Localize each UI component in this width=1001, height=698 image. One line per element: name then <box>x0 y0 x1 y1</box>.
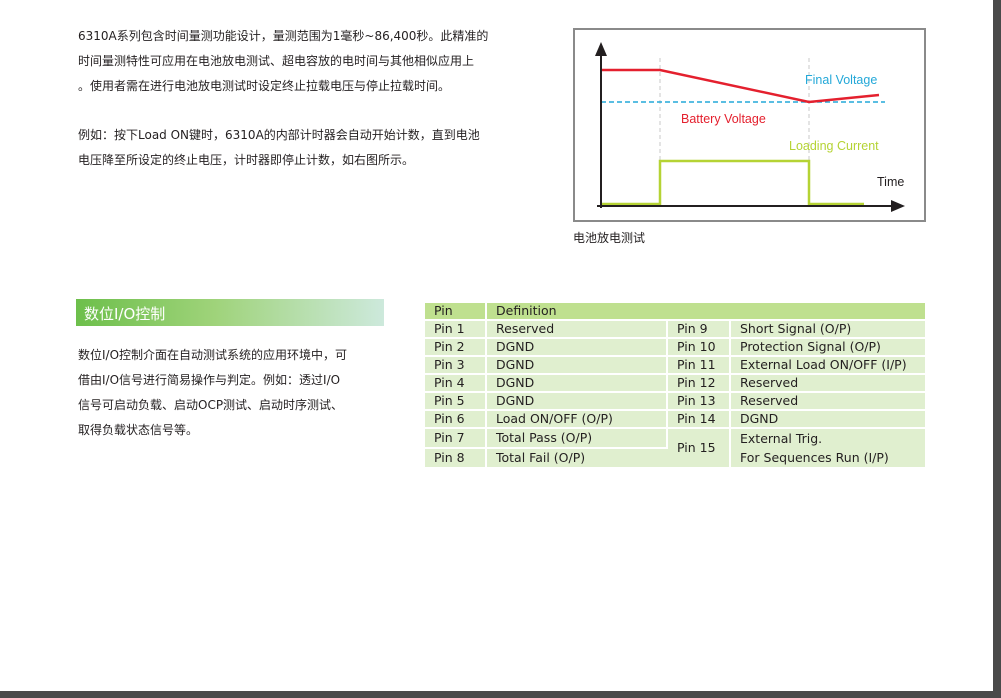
section-title: 数位I/O控制 <box>84 305 166 323</box>
definition-cell: External Load ON/OFF (I/P) <box>731 357 925 375</box>
definition-cell: Reserved <box>731 375 925 393</box>
example-line: 电压降至所设定的终止电压，计时器即停止计数，如右图所示。 <box>78 153 415 167</box>
pin-cell: Pin 6 <box>425 411 487 429</box>
table-row: Pin 4 DGND Pin 12 Reserved <box>425 375 925 393</box>
pin-header: Pin <box>425 303 487 321</box>
intro-line: 。使用者需在进行电池放电测试时设定终止拉载电压与停止拉载时间。 <box>78 79 451 93</box>
loading-current-label: Loading Current <box>789 139 879 153</box>
definition-cell: Total Fail (O/P) <box>487 449 668 469</box>
x-axis-arrow-icon <box>891 200 905 212</box>
document-page: 6310A系列包含时间量测功能设计，量测范围为1毫秒~86,400秒。此精准的 … <box>0 0 993 691</box>
definition-cell: Short Signal (O/P) <box>731 321 925 339</box>
definition-cell: DGND <box>487 357 668 375</box>
time-axis-label: Time <box>877 175 904 189</box>
table-row: Pin 5 DGND Pin 13 Reserved <box>425 393 925 411</box>
definition-header: Definition <box>487 303 925 321</box>
definition-cell: DGND <box>487 375 668 393</box>
pin-cell: Pin 3 <box>425 357 487 375</box>
section-header-digital-io: 数位I/O控制 <box>76 299 384 326</box>
example-line: 例如：按下Load ON键时，6310A的内部计时器会自动开始计数，直到电池 <box>78 128 480 142</box>
pin-cell: Pin 13 <box>668 393 731 411</box>
pin-cell: Pin 9 <box>668 321 731 339</box>
pin-cell: Pin 14 <box>668 411 731 429</box>
pin-cell: Pin 11 <box>668 357 731 375</box>
discharge-chart: Final Voltage Battery Voltage Loading Cu… <box>595 42 905 212</box>
pin-cell: Pin 2 <box>425 339 487 357</box>
digital-io-paragraph: 数位I/O控制介面在自动测试系统的应用环境中，可 借由I/O信号进行简易操作与判… <box>78 343 347 443</box>
definition-cell: DGND <box>487 393 668 411</box>
table-row: Pin 7 Total Pass (O/P) Pin 15 External T… <box>425 429 925 469</box>
pin-cell: Pin 15 <box>668 429 731 469</box>
digital-io-line: 借由I/O信号进行简易操作与判定。例如：透过I/O <box>78 373 341 387</box>
battery-discharge-figure: Final Voltage Battery Voltage Loading Cu… <box>573 28 926 222</box>
pin-cell: Pin 8 <box>425 449 487 469</box>
digital-io-line: 取得负载状态信号等。 <box>78 423 199 437</box>
pin-cell: Pin 4 <box>425 375 487 393</box>
intro-paragraph: 6310A系列包含时间量测功能设计，量测范围为1毫秒~86,400秒。此精准的 … <box>78 24 488 99</box>
intro-line: 6310A系列包含时间量测功能设计，量测范围为1毫秒~86,400秒。此精准的 <box>78 29 489 43</box>
battery-voltage-label: Battery Voltage <box>681 112 766 126</box>
pin-cell: Pin 1 <box>425 321 487 339</box>
definition-cell: DGND <box>487 339 668 357</box>
definition-cell: Reserved <box>487 321 668 339</box>
pin-cell: Pin 5 <box>425 393 487 411</box>
digital-io-line: 信号可启动负载、启动OCP测试、启动时序测试、 <box>78 398 344 412</box>
definition-line: For Sequences Run (I/P) <box>740 450 889 465</box>
pin-cell: Pin 7 <box>425 429 487 449</box>
pin-definition-table: Pin Definition Pin 1 Reserved Pin 9 Shor… <box>425 303 925 469</box>
final-voltage-label: Final Voltage <box>805 73 877 87</box>
table-row: Pin 6 Load ON/OFF (O/P) Pin 14 DGND <box>425 411 925 429</box>
intro-line: 时间量测特性可应用在电池放电测试、超电容放的电时间与其他相似应用上 <box>78 54 475 68</box>
definition-cell: Protection Signal (O/P) <box>731 339 925 357</box>
definition-line: External Trig. <box>740 431 823 446</box>
digital-io-line: 数位I/O控制介面在自动测试系统的应用环境中，可 <box>78 348 348 362</box>
definition-cell: Load ON/OFF (O/P) <box>487 411 668 429</box>
y-axis-arrow-icon <box>595 42 607 56</box>
figure-caption: 电池放电测试 <box>573 231 646 245</box>
definition-cell: Reserved <box>731 393 925 411</box>
table-row: Pin 3 DGND Pin 11 External Load ON/OFF (… <box>425 357 925 375</box>
loading-current-line <box>601 159 864 206</box>
table-header-row: Pin Definition <box>425 303 925 321</box>
pin-cell: Pin 12 <box>668 375 731 393</box>
definition-cell: External Trig. For Sequences Run (I/P) <box>731 429 925 469</box>
table-row: Pin 1 Reserved Pin 9 Short Signal (O/P) <box>425 321 925 339</box>
definition-cell: Total Pass (O/P) <box>487 429 668 449</box>
definition-cell: DGND <box>731 411 925 429</box>
pin-cell: Pin 10 <box>668 339 731 357</box>
example-paragraph: 例如：按下Load ON键时，6310A的内部计时器会自动开始计数，直到电池 电… <box>78 123 480 173</box>
table-row: Pin 2 DGND Pin 10 Protection Signal (O/P… <box>425 339 925 357</box>
